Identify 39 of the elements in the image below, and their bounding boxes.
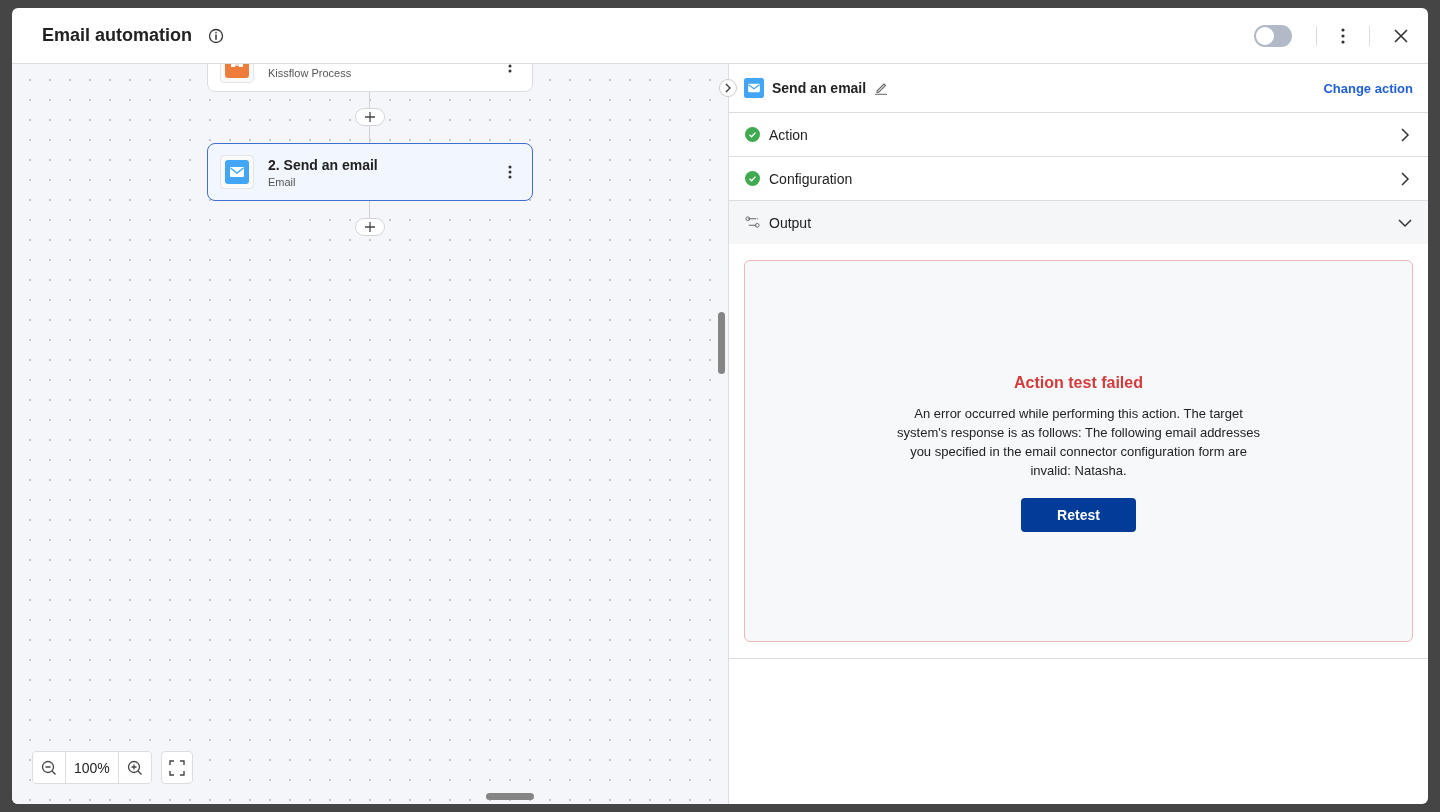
error-message: An error occurred while performing this action. The target system's response is as follows: The following email addresses you specified in the email connector configuration form are invalid: Natasha. <box>896 405 1261 480</box>
workflow-step-card[interactable]: Kissflow Process <box>207 64 533 92</box>
plus-icon <box>364 221 376 233</box>
step-title: 2. Send an email <box>268 156 379 173</box>
change-action-link[interactable]: Change action <box>1323 80 1413 96</box>
step-type: Email <box>268 175 297 188</box>
plus-icon <box>364 111 376 123</box>
section-title: Configuration <box>769 170 854 187</box>
enable-toggle[interactable] <box>1254 24 1292 47</box>
envelope-icon <box>225 160 249 184</box>
fit-screen-icon <box>168 759 185 776</box>
add-step-button[interactable] <box>355 108 385 126</box>
workflow-step-card[interactable]: 2. Send an email Email <box>207 143 533 201</box>
more-options-icon[interactable] <box>508 165 512 179</box>
check-circle-icon <box>745 127 760 142</box>
section-title: Output <box>769 214 813 231</box>
zoom-in-icon <box>126 759 143 776</box>
scrollbar[interactable] <box>718 312 725 374</box>
zoom-level: 100% <box>65 752 119 783</box>
envelope-icon <box>744 78 764 98</box>
step-type: Kissflow Process <box>268 67 353 79</box>
window-title: Email automation <box>42 25 193 46</box>
section-header[interactable]: Action <box>729 113 1428 157</box>
output-icon <box>745 215 760 230</box>
section-header[interactable]: Output <box>729 201 1428 244</box>
pencil-icon[interactable] <box>874 81 889 95</box>
more-options-icon[interactable] <box>1341 27 1345 44</box>
add-step-button[interactable] <box>355 218 385 236</box>
action-title: Send an email <box>772 80 867 96</box>
zoom-out-icon <box>41 759 57 776</box>
chevron-right-icon <box>724 83 732 93</box>
fit-screen-button[interactable] <box>160 751 193 784</box>
retest-button[interactable]: Retest <box>1021 498 1136 532</box>
info-icon[interactable] <box>208 27 225 44</box>
section-title: Action <box>769 126 809 143</box>
check-circle-icon <box>745 171 760 186</box>
close-icon[interactable] <box>1394 28 1408 43</box>
scrollbar[interactable] <box>486 793 534 800</box>
error-title: Action test failed <box>1014 374 1143 392</box>
